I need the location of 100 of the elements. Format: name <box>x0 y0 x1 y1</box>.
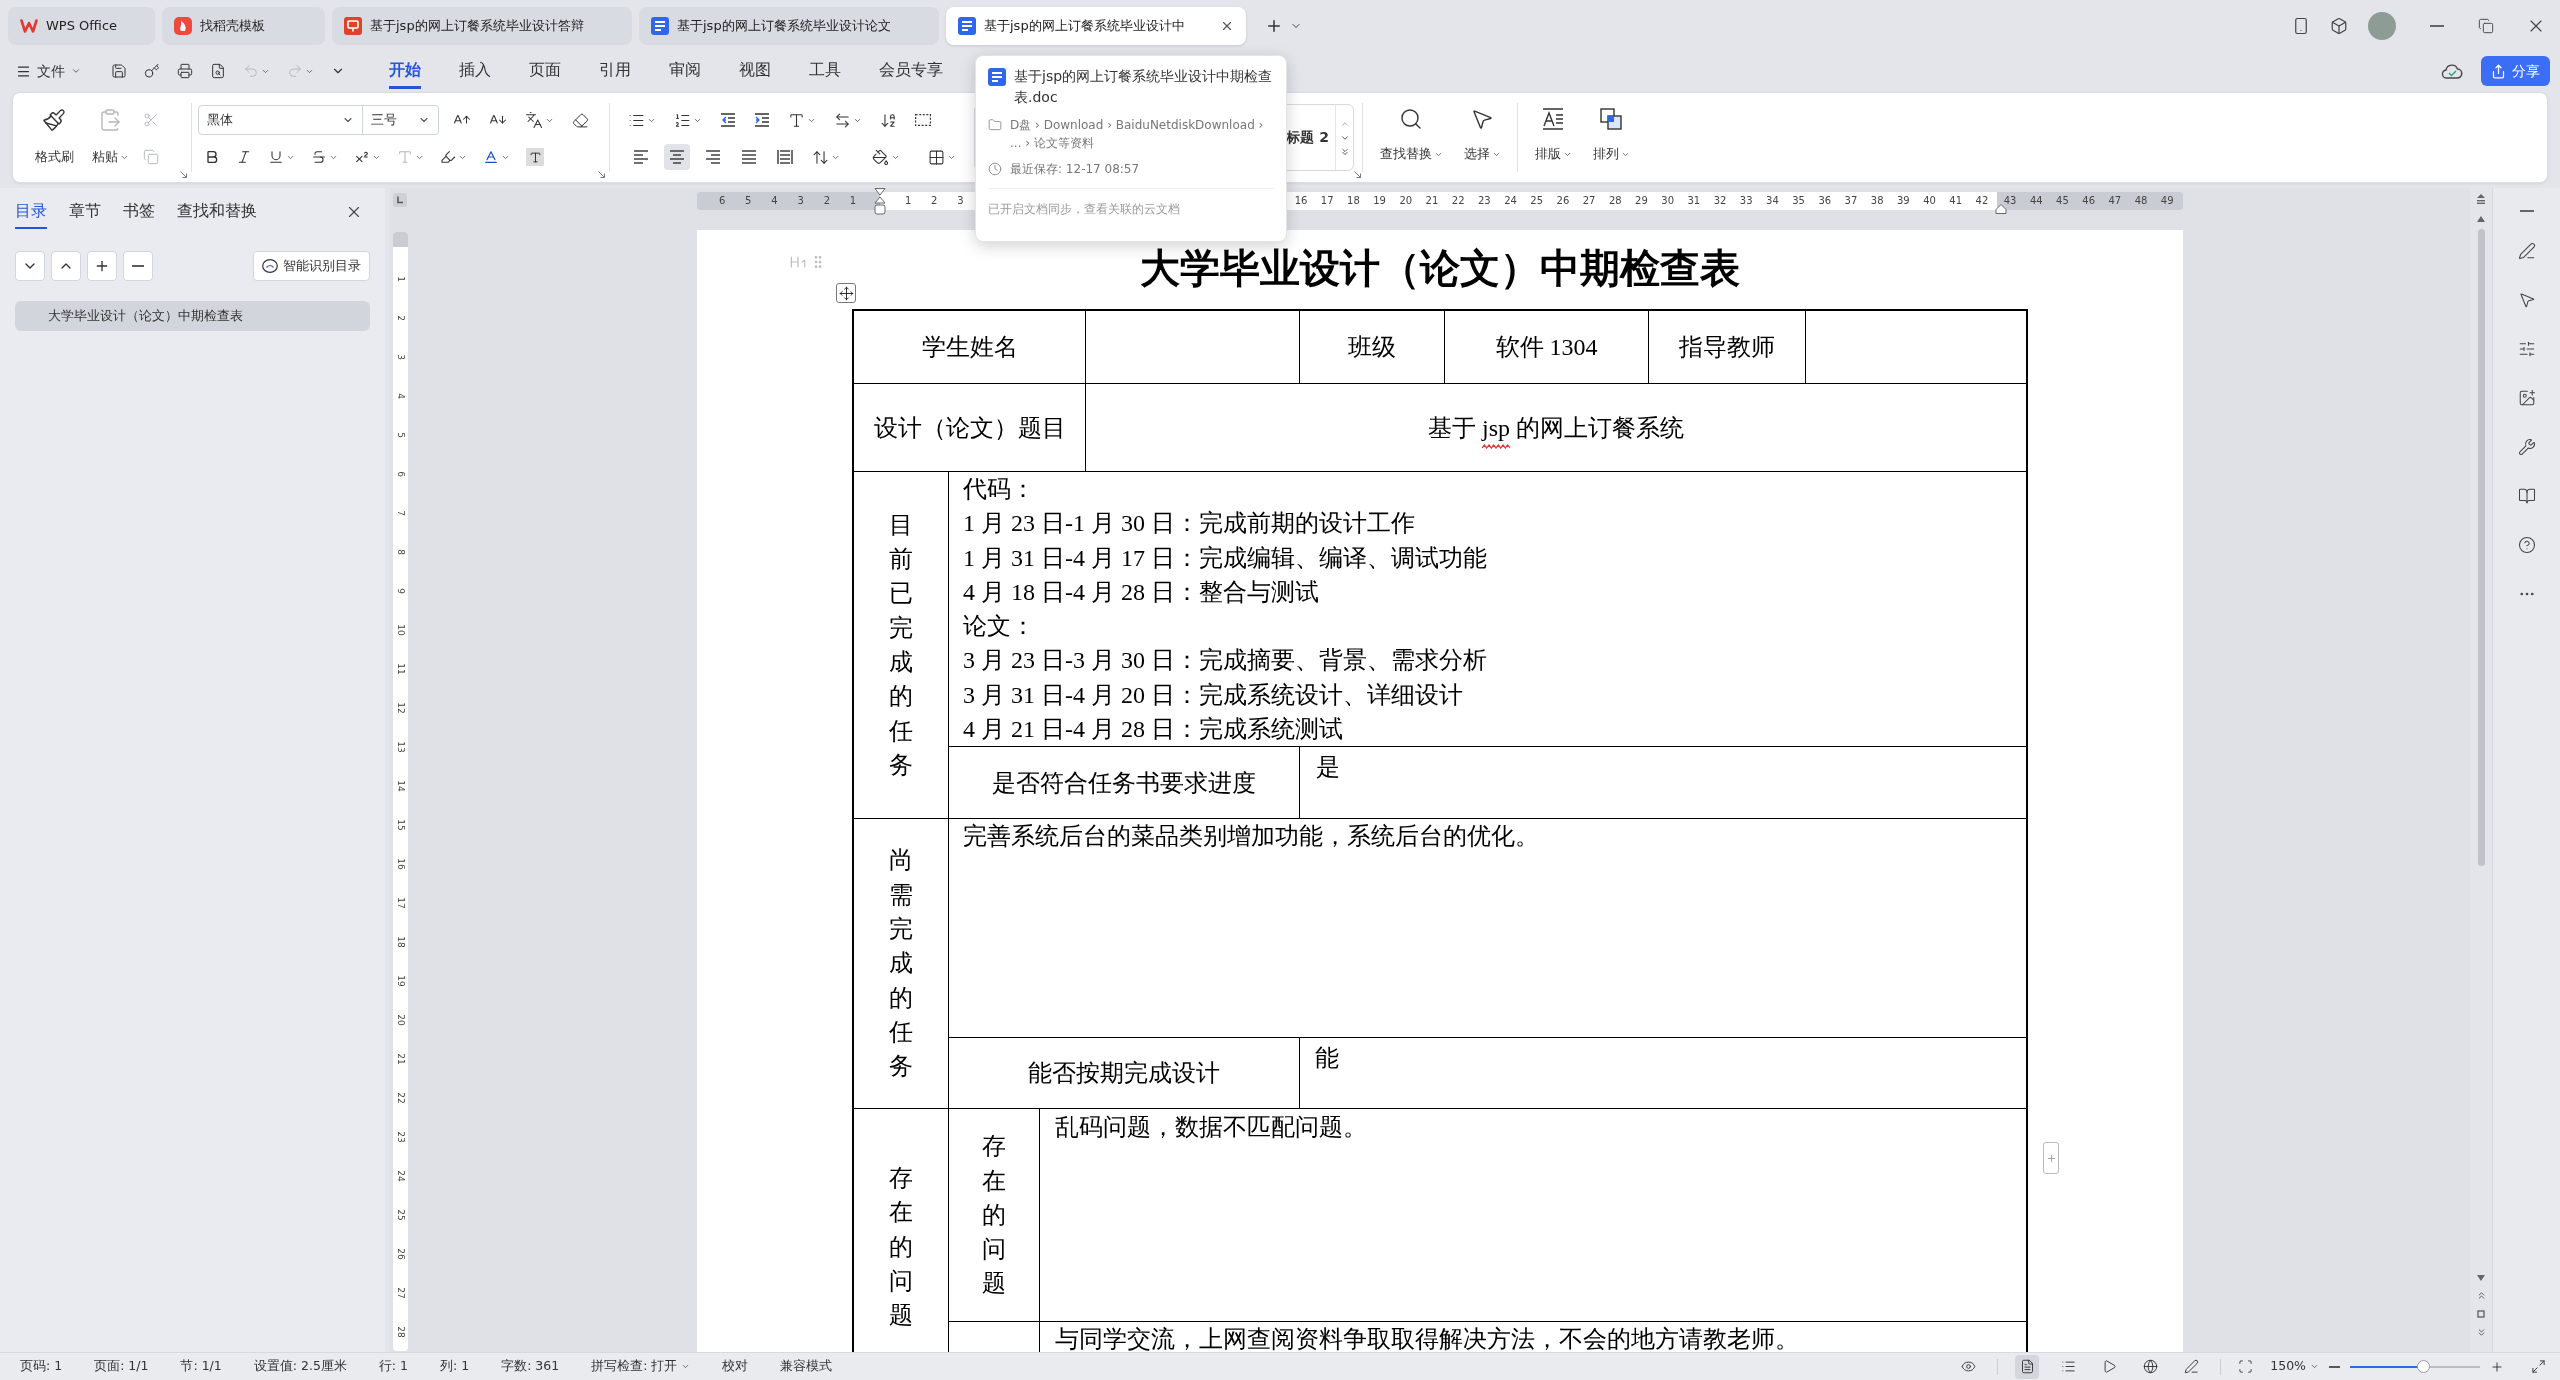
dotted-box-icon[interactable] <box>915 114 931 126</box>
pane-tab[interactable]: 章节 <box>69 195 101 229</box>
home-tab[interactable]: WPS Office <box>8 7 155 45</box>
font-name-dropdown[interactable]: 黑体 <box>198 105 363 135</box>
ribbon-tab[interactable]: 开始 <box>389 53 421 89</box>
find-replace-button[interactable]: 查找替换 <box>1373 107 1449 163</box>
zoom-level[interactable]: 150% <box>2270 1357 2319 1376</box>
font-size-dropdown[interactable]: 三号 <box>363 105 439 135</box>
book-icon[interactable] <box>2517 487 2536 505</box>
move-handle-icon[interactable] <box>836 283 856 303</box>
format-painter-button[interactable]: 格式刷 <box>31 108 77 166</box>
cube-icon[interactable] <box>2330 17 2348 35</box>
add-button[interactable] <box>87 251 117 281</box>
triangle-bars-icon[interactable] <box>2476 194 2486 204</box>
align-center-button[interactable] <box>664 144 690 170</box>
style-preset[interactable]: 标题 2 <box>1286 127 1329 148</box>
superscript-button[interactable] <box>354 149 381 165</box>
remove-button[interactable] <box>123 251 153 281</box>
text-format-button[interactable] <box>788 111 816 129</box>
pinyin-button[interactable] <box>525 111 554 129</box>
ruler-number: 21 <box>395 1052 406 1065</box>
pen-icon[interactable] <box>2517 242 2536 260</box>
toc-item[interactable]: 大学毕业设计（论文）中期检查表 <box>15 301 370 331</box>
numbered-list-button[interactable] <box>674 111 702 129</box>
pane-tab[interactable]: 目录 <box>15 195 47 229</box>
image-icon[interactable] <box>2517 389 2536 407</box>
pane-tab[interactable]: 书签 <box>123 195 155 229</box>
ruler-number: 29 <box>1635 194 1648 208</box>
scrollbar-thumb[interactable] <box>2477 229 2485 866</box>
move-up-button[interactable] <box>51 251 81 281</box>
template-tab[interactable]: 找稻壳模板 <box>162 7 325 45</box>
shading-button[interactable] <box>872 148 900 166</box>
frame-corners-icon[interactable] <box>2238 1359 2254 1374</box>
select-button[interactable]: 选择 <box>1457 107 1507 163</box>
wrench-icon[interactable] <box>2517 438 2536 456</box>
printer-icon[interactable] <box>177 63 193 79</box>
indent-marker-icon[interactable] <box>874 188 886 216</box>
key-icon[interactable] <box>144 63 160 79</box>
zoom-slider[interactable] <box>2350 1360 2480 1373</box>
strikethrough-button[interactable] <box>311 149 338 165</box>
highlight-button[interactable] <box>440 149 467 165</box>
fullscreen-icon[interactable] <box>2531 1359 2546 1374</box>
ribbon-tab[interactable]: 工具 <box>809 53 841 89</box>
ruler-number: 20 <box>395 1013 406 1026</box>
restore-icon[interactable] <box>2478 18 2494 34</box>
help-icon[interactable] <box>2517 536 2536 554</box>
share-button[interactable]: 分享 <box>2481 56 2550 86</box>
spell-check-dropdown[interactable]: 拼写检查: 打开 <box>591 1357 691 1376</box>
ribbon-tab[interactable]: 审阅 <box>669 53 701 89</box>
zoom-slider-thumb[interactable] <box>2416 1360 2430 1373</box>
ribbon-tab[interactable]: 会员专享 <box>879 53 943 89</box>
file-menu[interactable]: 文件 <box>16 60 81 82</box>
italic-icon[interactable] <box>236 149 252 165</box>
cursor-icon[interactable] <box>2517 291 2536 309</box>
scroll-down-icon[interactable] <box>2477 1275 2485 1281</box>
sort-icon[interactable] <box>880 111 897 129</box>
borders-button[interactable] <box>928 148 956 166</box>
corner-arrow-icon[interactable] <box>180 171 187 178</box>
line-spacing-button[interactable] <box>812 148 840 166</box>
page-view-button[interactable] <box>2015 1354 2040 1379</box>
document-tab[interactable]: 基于jsp的网上订餐系统毕业设计答辩 <box>332 7 632 45</box>
double-chevron-down-icon[interactable] <box>1339 146 1350 157</box>
tablet-icon[interactable] <box>2292 17 2310 35</box>
answer-text: 是 <box>1316 754 1340 781</box>
margin-marker-icon[interactable] <box>1995 204 2007 214</box>
smart-toc-button[interactable]: 智能识别目录 <box>253 251 370 281</box>
swap-button[interactable] <box>834 111 862 129</box>
layout-button[interactable]: 排版 <box>1530 107 1576 163</box>
scroll-up-icon[interactable] <box>2477 216 2485 222</box>
ribbon-tab[interactable]: 引用 <box>599 53 631 89</box>
arrange-button[interactable]: 排列 <box>1588 107 1634 163</box>
minus-icon[interactable] <box>2519 210 2534 212</box>
corner-arrow-icon[interactable] <box>598 171 605 178</box>
cloud-check-icon[interactable] <box>2441 63 2463 79</box>
increase-indent-icon[interactable] <box>754 112 770 128</box>
font-color-button[interactable] <box>483 149 510 165</box>
tab-stop-icon[interactable] <box>393 193 407 207</box>
corner-arrow-icon[interactable] <box>1354 171 1361 178</box>
close-tab-icon[interactable] <box>1220 19 1234 33</box>
document-tab[interactable]: 基于jsp的网上订餐系统毕业设计论文 <box>639 7 939 45</box>
pane-tab[interactable]: 查找和替换 <box>177 195 257 229</box>
ribbon-tab[interactable]: 插入 <box>459 53 491 89</box>
zoom-in-icon[interactable] <box>2490 1359 2504 1374</box>
ruler-number: 7 <box>395 509 406 516</box>
new-tab-icon[interactable] <box>1265 17 1283 35</box>
document-tab[interactable]: 基于jsp的网上订餐系统毕业设计中 <box>946 7 1246 45</box>
ruler-number: 47 <box>2108 194 2122 208</box>
file-search-icon[interactable] <box>210 63 226 79</box>
ribbon-tab[interactable]: 页面 <box>529 53 561 89</box>
sliders-icon[interactable] <box>2517 340 2536 358</box>
character-shading-icon[interactable] <box>526 148 544 166</box>
bold-icon[interactable] <box>204 149 220 165</box>
save-icon[interactable] <box>111 63 127 79</box>
zoom-out-icon[interactable] <box>2329 1365 2340 1368</box>
eraser-icon[interactable] <box>572 111 589 129</box>
square-icon[interactable] <box>2477 1310 2485 1318</box>
underline-button[interactable] <box>268 149 295 165</box>
decrease-indent-icon[interactable] <box>720 112 736 128</box>
move-down-button[interactable] <box>15 251 45 281</box>
ribbon-tab[interactable]: 视图 <box>739 53 771 89</box>
